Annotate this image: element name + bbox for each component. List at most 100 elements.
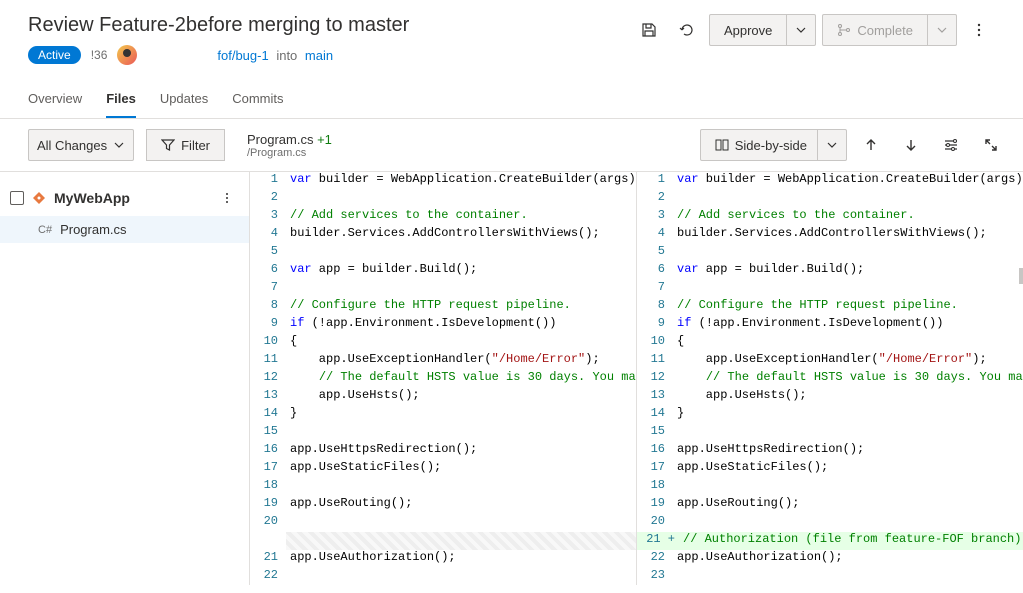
approve-button[interactable]: Approve (709, 14, 787, 46)
code-line[interactable]: 2 (637, 190, 1023, 208)
chevron-down-icon (936, 24, 948, 36)
code-line[interactable]: 11 app.UseExceptionHandler("/Home/Error"… (637, 352, 1023, 370)
tree-more-button[interactable] (215, 186, 239, 210)
complete-dropdown-button[interactable] (928, 14, 957, 46)
code-line[interactable]: 18 (250, 478, 636, 496)
code-line[interactable]: 19app.UseRouting(); (637, 496, 1023, 514)
code-line[interactable]: 16app.UseHttpsRedirection(); (250, 442, 636, 460)
code-line[interactable]: 21 +// Authorization (file from feature-… (637, 532, 1023, 550)
code-line[interactable]: 5 (637, 244, 1023, 262)
select-all-checkbox[interactable] (10, 191, 24, 205)
all-changes-dropdown[interactable]: All Changes (28, 129, 134, 161)
line-number: 2 (637, 190, 673, 208)
into-label: into (276, 48, 297, 63)
code-line[interactable]: 12 // The default HSTS value is 30 days.… (250, 370, 636, 388)
code-line[interactable]: 15 (250, 424, 636, 442)
code-line[interactable]: 11 app.UseExceptionHandler("/Home/Error"… (250, 352, 636, 370)
code-line[interactable]: 4builder.Services.AddControllersWithView… (250, 226, 636, 244)
side-by-side-icon (715, 138, 729, 152)
fullscreen-button[interactable] (975, 129, 1007, 161)
diff-left-pane[interactable]: 1var builder = WebApplication.CreateBuil… (250, 172, 636, 585)
code-content: // Authorization (file from feature-FOF … (679, 532, 1023, 550)
code-line[interactable]: 12 // The default HSTS value is 30 days.… (637, 370, 1023, 388)
code-line[interactable]: 3// Add services to the container. (637, 208, 1023, 226)
code-line[interactable]: 18 (637, 478, 1023, 496)
code-line[interactable]: 9if (!app.Environment.IsDevelopment()) (250, 316, 636, 334)
code-line[interactable]: 5 (250, 244, 636, 262)
code-line[interactable]: 14} (637, 406, 1023, 424)
code-line[interactable]: 8// Configure the HTTP request pipeline. (637, 298, 1023, 316)
arrow-up-icon (864, 138, 878, 152)
code-line[interactable]: 10{ (637, 334, 1023, 352)
code-line[interactable]: 14} (250, 406, 636, 424)
tab-overview[interactable]: Overview (28, 81, 82, 118)
prev-diff-button[interactable] (855, 129, 887, 161)
merge-icon (837, 23, 851, 37)
diff-right-pane[interactable]: 1var builder = WebApplication.CreateBuil… (636, 172, 1023, 585)
code-line[interactable]: 20 (637, 514, 1023, 532)
code-content: } (286, 406, 636, 424)
avatar[interactable] (117, 45, 137, 65)
view-mode-button[interactable]: Side-by-side (700, 129, 818, 161)
filter-button[interactable]: Filter (146, 129, 225, 161)
code-line[interactable]: 2 (250, 190, 636, 208)
code-line[interactable]: 15 (637, 424, 1023, 442)
code-line[interactable]: 20 (250, 514, 636, 532)
code-line[interactable]: 6var app = builder.Build(); (637, 262, 1023, 280)
code-content (286, 514, 636, 532)
code-line[interactable]: 22app.UseAuthorization(); (637, 550, 1023, 568)
settings-button[interactable] (935, 129, 967, 161)
save-icon-button[interactable] (633, 14, 665, 46)
code-line[interactable]: 23 (637, 568, 1023, 585)
code-line[interactable]: 9if (!app.Environment.IsDevelopment()) (637, 316, 1023, 334)
code-content (673, 244, 1023, 262)
code-line[interactable]: 1var builder = WebApplication.CreateBuil… (250, 172, 636, 190)
tab-updates[interactable]: Updates (160, 81, 208, 118)
code-line[interactable]: 10{ (250, 334, 636, 352)
code-line[interactable]: 1var builder = WebApplication.CreateBuil… (637, 172, 1023, 190)
target-branch-link[interactable]: main (305, 48, 333, 63)
code-content: app.UseStaticFiles(); (673, 460, 1023, 478)
code-line[interactable]: 19app.UseRouting(); (250, 496, 636, 514)
line-number: 18 (637, 478, 673, 496)
code-line[interactable]: 7 (637, 280, 1023, 298)
code-line[interactable]: 3// Add services to the container. (250, 208, 636, 226)
approve-dropdown-button[interactable] (787, 14, 816, 46)
line-number: 10 (250, 334, 286, 352)
repo-name[interactable]: MyWebApp (54, 190, 207, 206)
code-line[interactable]: 6var app = builder.Build(); (250, 262, 636, 280)
code-line[interactable]: 22 (250, 568, 636, 585)
undo-icon-button[interactable] (671, 14, 703, 46)
code-content: } (673, 406, 1023, 424)
code-line[interactable]: 8// Configure the HTTP request pipeline. (250, 298, 636, 316)
code-content: // The default HSTS value is 30 days. Yo… (673, 370, 1023, 388)
more-actions-button[interactable] (963, 14, 995, 46)
source-branch-link[interactable]: fof/bug-1 (217, 48, 268, 63)
code-content: app.UseExceptionHandler("/Home/Error"); (673, 352, 1023, 370)
code-content: app.UseExceptionHandler("/Home/Error"); (286, 352, 636, 370)
code-content: app.UseRouting(); (673, 496, 1023, 514)
line-number: 5 (250, 244, 286, 262)
next-diff-button[interactable] (895, 129, 927, 161)
line-number: 20 (637, 514, 673, 532)
tab-commits[interactable]: Commits (232, 81, 283, 118)
line-number: 15 (250, 424, 286, 442)
line-number: 15 (637, 424, 673, 442)
code-line[interactable]: 17app.UseStaticFiles(); (250, 460, 636, 478)
tree-item[interactable]: C#Program.cs (0, 216, 249, 243)
tab-files[interactable]: Files (106, 81, 136, 118)
code-line[interactable]: 13 app.UseHsts(); (637, 388, 1023, 406)
line-number: 2 (250, 190, 286, 208)
view-mode-dropdown[interactable] (818, 129, 847, 161)
current-file-path: /Program.cs (247, 147, 332, 159)
filter-icon (161, 138, 175, 152)
code-line[interactable]: 13 app.UseHsts(); (250, 388, 636, 406)
complete-button[interactable]: Complete (822, 14, 928, 46)
code-line[interactable]: 21app.UseAuthorization(); (250, 550, 636, 568)
code-line[interactable]: 7 (250, 280, 636, 298)
code-line[interactable] (250, 532, 636, 550)
fullscreen-icon (984, 138, 998, 152)
code-line[interactable]: 4builder.Services.AddControllersWithView… (637, 226, 1023, 244)
code-line[interactable]: 17app.UseStaticFiles(); (637, 460, 1023, 478)
code-line[interactable]: 16app.UseHttpsRedirection(); (637, 442, 1023, 460)
